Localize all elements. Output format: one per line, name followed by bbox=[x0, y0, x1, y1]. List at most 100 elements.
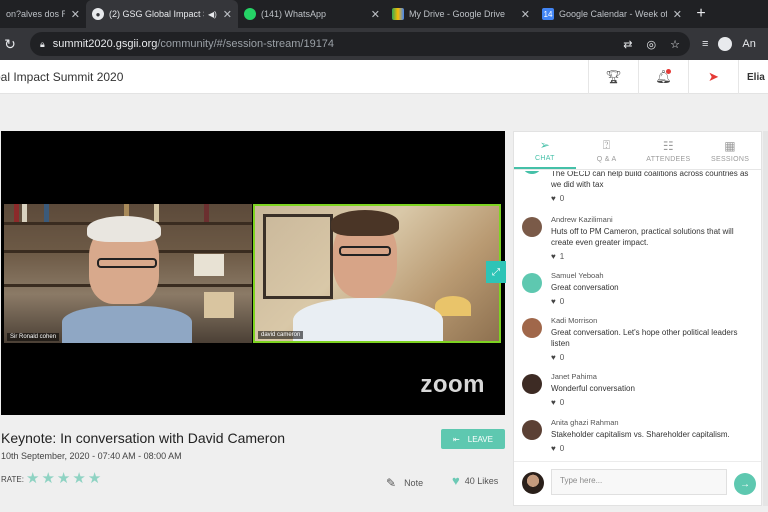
message-author: Janet Pahima bbox=[551, 372, 597, 381]
message-text: Wonderful conversation bbox=[551, 384, 635, 393]
close-tab-icon[interactable]: ✕ bbox=[521, 8, 530, 21]
browser-tab[interactable]: (141) WhatsApp ✕ bbox=[238, 0, 386, 28]
close-tab-icon[interactable]: ✕ bbox=[673, 8, 682, 21]
trophy-icon[interactable]: 🏆︎ bbox=[588, 60, 638, 94]
participant-tile-right: david cameron bbox=[253, 204, 501, 343]
heart-icon: ♥ bbox=[551, 194, 556, 203]
url-host: summit2020.gsgii.org bbox=[52, 38, 158, 50]
leave-button[interactable]: ⇤ LEAVE bbox=[441, 429, 505, 449]
participant-name-label: david cameron bbox=[258, 331, 304, 339]
panel-tabs: ➢ CHAT ⍰ Q & A ☷ ATTENDEES ▦ SESSIONS bbox=[514, 132, 761, 170]
send-button[interactable]: → bbox=[734, 473, 756, 495]
user-name[interactable]: Elia bbox=[738, 60, 768, 94]
zoom-logo: zoom bbox=[420, 371, 485, 398]
heart-icon: ♥ bbox=[551, 252, 556, 261]
attendees-icon: ☷ bbox=[662, 138, 674, 153]
video-player[interactable]: Sir Ronald cohen david cameron ⤢ zoom bbox=[1, 131, 506, 415]
message-text: Great conversation bbox=[551, 283, 619, 292]
notification-dot bbox=[666, 69, 671, 74]
calendar-icon: ▦ bbox=[724, 138, 736, 153]
reading-list-icon[interactable]: ≡ bbox=[702, 38, 708, 50]
message-text: The OECD can help build coalitions acros… bbox=[551, 171, 749, 189]
browser-tab-active[interactable]: ● (2) GSG Global Impact S ◀) ✕ bbox=[86, 0, 238, 28]
session-date: 10th September, 2020 - 07:40 AM - 08:00 … bbox=[1, 451, 182, 461]
star-bookmark-icon[interactable]: ☆ bbox=[670, 38, 680, 51]
message-like[interactable]: ♥ 0 bbox=[551, 444, 754, 453]
note-button[interactable]: ✎ Note bbox=[386, 476, 423, 490]
browser-tab[interactable]: My Drive - Google Drive ✕ bbox=[386, 0, 536, 28]
tab-title: (141) WhatsApp bbox=[261, 9, 327, 19]
map-pin-icon[interactable]: ➤ bbox=[688, 60, 738, 94]
eye-off-icon[interactable]: ◎ bbox=[647, 38, 657, 51]
message-author: Samuel Yeboah bbox=[551, 271, 604, 280]
tab-title: (2) GSG Global Impact S bbox=[109, 9, 204, 19]
close-tab-icon[interactable]: ✕ bbox=[223, 8, 232, 21]
whatsapp-icon bbox=[244, 8, 256, 20]
app-header: bal Impact Summit 2020 🏆︎ 🔔︎ ➤ Elia bbox=[0, 60, 768, 94]
browser-toolbar: ↻ 🔒︎ summit2020.gsgii.org/community/#/se… bbox=[0, 28, 768, 60]
star-icon[interactable]: ★ bbox=[88, 471, 101, 486]
edit-icon: ✎ bbox=[386, 476, 397, 490]
bell-icon[interactable]: 🔔︎ bbox=[638, 60, 688, 94]
close-tab-icon[interactable]: ✕ bbox=[71, 8, 80, 21]
session-title: Keynote: In conversation with David Came… bbox=[1, 430, 286, 446]
message-like[interactable]: ♥ 1 bbox=[551, 252, 754, 261]
url-path: /community/#/session-stream/19174 bbox=[157, 38, 335, 50]
profile-name[interactable]: An bbox=[742, 38, 755, 50]
tab-title: My Drive - Google Drive bbox=[409, 9, 506, 19]
question-icon: ⍰ bbox=[602, 138, 611, 152]
chat-input[interactable]: Type here... bbox=[551, 469, 727, 495]
avatar bbox=[522, 318, 542, 338]
scrollbar[interactable] bbox=[763, 131, 768, 506]
close-tab-icon[interactable]: ✕ bbox=[371, 8, 380, 21]
speaker-icon[interactable]: ◀) bbox=[208, 10, 217, 19]
heart-icon: ♥ bbox=[551, 444, 556, 453]
message-like[interactable]: ♥ 0 bbox=[551, 297, 754, 306]
chat-message: Janet Pahima Wonderful conversation ♥ 0 bbox=[522, 372, 754, 407]
message-author: Andrew Kazilimani bbox=[551, 215, 613, 224]
side-panel: ➢ CHAT ⍰ Q & A ☷ ATTENDEES ▦ SESSIONS Th… bbox=[513, 131, 762, 506]
like-button[interactable]: ♥ 40 Likes bbox=[452, 473, 498, 488]
send-icon: ➢ bbox=[539, 137, 551, 152]
tab-sessions[interactable]: ▦ SESSIONS bbox=[699, 132, 761, 169]
drive-icon bbox=[392, 8, 404, 20]
heart-icon: ♥ bbox=[452, 473, 460, 488]
message-like[interactable]: ♥ 0 bbox=[551, 353, 754, 362]
chat-message-list[interactable]: The OECD can help build coalitions acros… bbox=[514, 171, 761, 461]
browser-tab-strip: on?alves dos Re ✕ ● (2) GSG Global Impac… bbox=[0, 0, 768, 28]
heart-icon: ♥ bbox=[551, 398, 556, 407]
message-text: Great conversation. Let's hope other pol… bbox=[551, 328, 738, 348]
tab-qa[interactable]: ⍰ Q & A bbox=[576, 132, 638, 169]
chat-input-bar: Type here... → bbox=[514, 461, 761, 505]
chat-message: Kadi Morrison Great conversation. Let's … bbox=[522, 316, 754, 362]
avatar bbox=[522, 217, 542, 237]
tab-attendees[interactable]: ☷ ATTENDEES bbox=[638, 132, 700, 169]
message-author: Anita ghazi Rahman bbox=[551, 418, 619, 427]
star-icon[interactable]: ★ bbox=[57, 471, 70, 486]
browser-tab[interactable]: 14 Google Calendar - Week of ✕ bbox=[536, 0, 688, 28]
address-bar[interactable]: 🔒︎ summit2020.gsgii.org/community/#/sess… bbox=[30, 32, 690, 56]
participant-name-label: Sir Ronald cohen bbox=[7, 333, 60, 341]
avatar bbox=[522, 472, 544, 494]
tab-title: on?alves dos Re bbox=[6, 9, 65, 19]
star-icon[interactable]: ★ bbox=[72, 471, 85, 486]
exit-icon: ⇤ bbox=[453, 434, 460, 444]
message-like[interactable]: ♥ 0 bbox=[551, 398, 754, 407]
star-icon[interactable]: ★ bbox=[26, 471, 39, 486]
star-icon[interactable]: ★ bbox=[41, 471, 54, 486]
translate-icon[interactable]: ⇄ bbox=[623, 38, 632, 51]
calendar-icon: 14 bbox=[542, 8, 554, 20]
expand-icon[interactable]: ⤢ bbox=[486, 261, 506, 283]
rating-stars: ★ ★ ★ ★ ★ bbox=[26, 471, 101, 486]
message-like[interactable]: ♥ 0 bbox=[551, 194, 754, 203]
browser-tab[interactable]: on?alves dos Re ✕ bbox=[0, 0, 86, 28]
chat-message: Anita ghazi Rahman Stakeholder capitalis… bbox=[522, 418, 754, 453]
avatar bbox=[522, 273, 542, 293]
message-text: Huts off to PM Cameron, practical soluti… bbox=[551, 227, 734, 247]
leave-label: LEAVE bbox=[467, 434, 493, 444]
tab-chat[interactable]: ➢ CHAT bbox=[514, 132, 576, 169]
app-title: bal Impact Summit 2020 bbox=[0, 69, 124, 84]
new-tab-icon[interactable]: + bbox=[688, 0, 714, 28]
profile-avatar[interactable] bbox=[718, 37, 733, 51]
reload-icon[interactable]: ↻ bbox=[0, 36, 20, 53]
